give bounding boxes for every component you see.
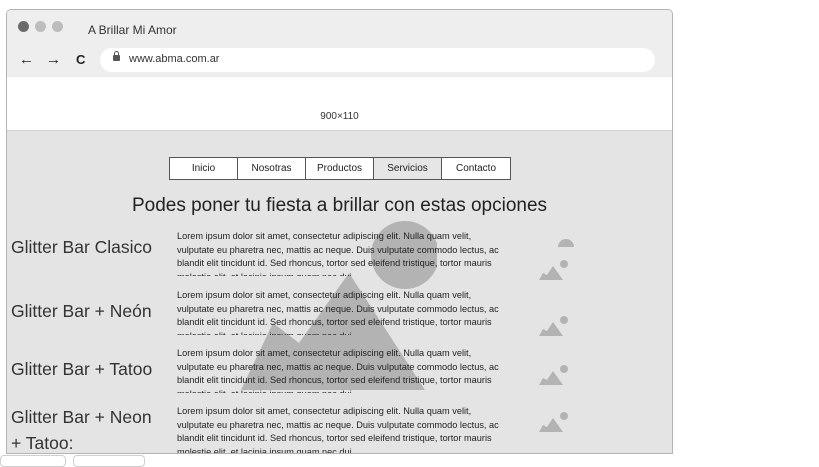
option-title: Glitter Bar Clasico — [11, 237, 153, 257]
hero-banner-placeholder: 900×110 — [7, 77, 672, 131]
image-placeholder-icon — [539, 316, 568, 336]
image-placeholder-icon — [558, 239, 574, 247]
page-heading: Podes poner tu fiesta a brillar con esta… — [131, 195, 548, 216]
option-title: Glitter Bar + Tatoo — [11, 359, 153, 379]
option-description: Lorem ipsum dolor sit amet, consectetur … — [177, 348, 499, 393]
lock-icon — [113, 51, 120, 61]
canvas-tab[interactable] — [0, 455, 66, 467]
nav-item-nosotras[interactable]: Nosotras — [238, 158, 306, 179]
option-description: Lorem ipsum dolor sit amet, consectetur … — [177, 231, 499, 276]
nav-item-inicio[interactable]: Inicio — [170, 158, 238, 179]
close-window-dot[interactable] — [18, 21, 29, 32]
url-text[interactable]: www.abma.com.ar — [129, 53, 219, 65]
canvas-tab[interactable] — [73, 455, 145, 467]
option-title: Glitter Bar + Neon + Tatoo: — [11, 407, 152, 453]
back-arrow-icon[interactable]: ← — [19, 52, 34, 68]
forward-arrow-icon[interactable]: → — [46, 52, 61, 68]
nav-item-servicios[interactable]: Servicios — [374, 158, 442, 179]
image-placeholder-icon — [539, 365, 568, 385]
minimize-window-dot[interactable] — [35, 21, 46, 32]
address-bar[interactable]: www.abma.com.ar — [100, 48, 655, 72]
option-description: Lorem ipsum dolor sit amet, consectetur … — [177, 290, 499, 335]
browser-tab-title[interactable]: A Brillar Mi Amor — [88, 23, 177, 37]
image-placeholder-icon — [539, 260, 568, 280]
image-placeholder-icon — [539, 412, 568, 432]
maximize-window-dot[interactable] — [52, 21, 63, 32]
nav-item-productos[interactable]: Productos — [306, 158, 374, 179]
hero-size-label: 900×110 — [320, 111, 359, 122]
option-title: Glitter Bar + Neón — [11, 301, 152, 321]
option-description: Lorem ipsum dolor sit amet, consectetur … — [177, 406, 499, 454]
main-navigation: Inicio Nosotras Productos Servicios Cont… — [169, 157, 511, 180]
browser-window: A Brillar Mi Amor ← → C www.abma.com.ar … — [6, 9, 673, 454]
nav-item-contacto[interactable]: Contacto — [442, 158, 510, 179]
reload-icon[interactable]: C — [76, 52, 85, 68]
browser-chrome: A Brillar Mi Amor ← → C www.abma.com.ar — [7, 10, 672, 78]
